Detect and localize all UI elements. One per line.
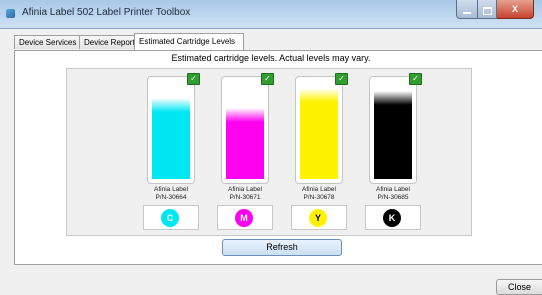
tab-device-reports[interactable]: Device Reports bbox=[79, 35, 139, 49]
color-badge-box: M bbox=[217, 205, 273, 230]
cartridge-tube bbox=[295, 76, 343, 184]
maximize-icon bbox=[482, 6, 492, 15]
app-icon bbox=[6, 9, 15, 18]
cartridge-part-number: P/N-30664 bbox=[155, 194, 187, 201]
cartridge-magenta: ✓ Afinia Label P/N-30671 M bbox=[217, 73, 274, 230]
close-icon: X bbox=[511, 4, 518, 14]
levels-subtitle: Estimated cartridge levels. Actual level… bbox=[171, 53, 371, 63]
maximize-button[interactable] bbox=[478, 0, 497, 19]
minimize-button[interactable] bbox=[456, 0, 478, 19]
ink-level-bar bbox=[300, 88, 338, 179]
refresh-button[interactable]: Refresh bbox=[222, 239, 342, 256]
cartridge-name: Afinia Label bbox=[302, 186, 336, 193]
ink-level-bar bbox=[226, 108, 264, 179]
color-badge-box: Y bbox=[291, 205, 347, 230]
cartridge-tube bbox=[221, 76, 269, 184]
cartridge-cyan: ✓ Afinia Label P/N-30664 C bbox=[143, 73, 200, 230]
cartridge-part-number: P/N-30685 bbox=[377, 194, 409, 201]
close-button[interactable]: Close bbox=[496, 279, 542, 295]
cartridge-name: Afinia Label bbox=[154, 186, 188, 193]
cartridge-tube bbox=[147, 76, 195, 184]
status-ok-icon: ✓ bbox=[335, 73, 348, 85]
window-titlebar[interactable]: Afinia Label 502 Label Printer Toolbox X bbox=[0, 0, 542, 29]
ink-level-bar bbox=[152, 98, 190, 179]
cartridge-label: Afinia Label P/N-30685 bbox=[363, 186, 423, 202]
color-badge-box: K bbox=[365, 205, 421, 230]
window-close-button[interactable]: X bbox=[497, 0, 534, 19]
cartridge-black: ✓ Afinia Label P/N-30685 K bbox=[365, 73, 422, 230]
black-badge-icon: K bbox=[383, 209, 401, 227]
cartridge-yellow: ✓ Afinia Label P/N-30678 Y bbox=[291, 73, 348, 230]
minimize-icon bbox=[463, 11, 471, 14]
tab-device-services[interactable]: Device Services bbox=[14, 35, 80, 49]
cartridge-label: Afinia Label P/N-30664 bbox=[141, 186, 201, 202]
color-badge-box: C bbox=[143, 205, 199, 230]
yellow-badge-icon: Y bbox=[309, 209, 327, 227]
cartridge-label: Afinia Label P/N-30678 bbox=[289, 186, 349, 202]
cartridge-part-number: P/N-30671 bbox=[229, 194, 261, 201]
cartridge-name: Afinia Label bbox=[376, 186, 410, 193]
window-controls: X bbox=[456, 0, 534, 19]
cartridge-part-number: P/N-30678 bbox=[303, 194, 335, 201]
status-ok-icon: ✓ bbox=[261, 73, 274, 85]
ink-level-bar bbox=[374, 91, 412, 179]
magenta-badge-icon: M bbox=[235, 209, 253, 227]
status-ok-icon: ✓ bbox=[409, 73, 422, 85]
cartridge-tube bbox=[369, 76, 417, 184]
cartridge-label: Afinia Label P/N-30671 bbox=[215, 186, 275, 202]
window-title: Afinia Label 502 Label Printer Toolbox bbox=[22, 7, 191, 18]
tab-estimated-cartridge-levels[interactable]: Estimated Cartridge Levels bbox=[134, 33, 244, 50]
status-ok-icon: ✓ bbox=[187, 73, 200, 85]
cartridge-name: Afinia Label bbox=[228, 186, 262, 193]
cyan-badge-icon: C bbox=[161, 209, 179, 227]
